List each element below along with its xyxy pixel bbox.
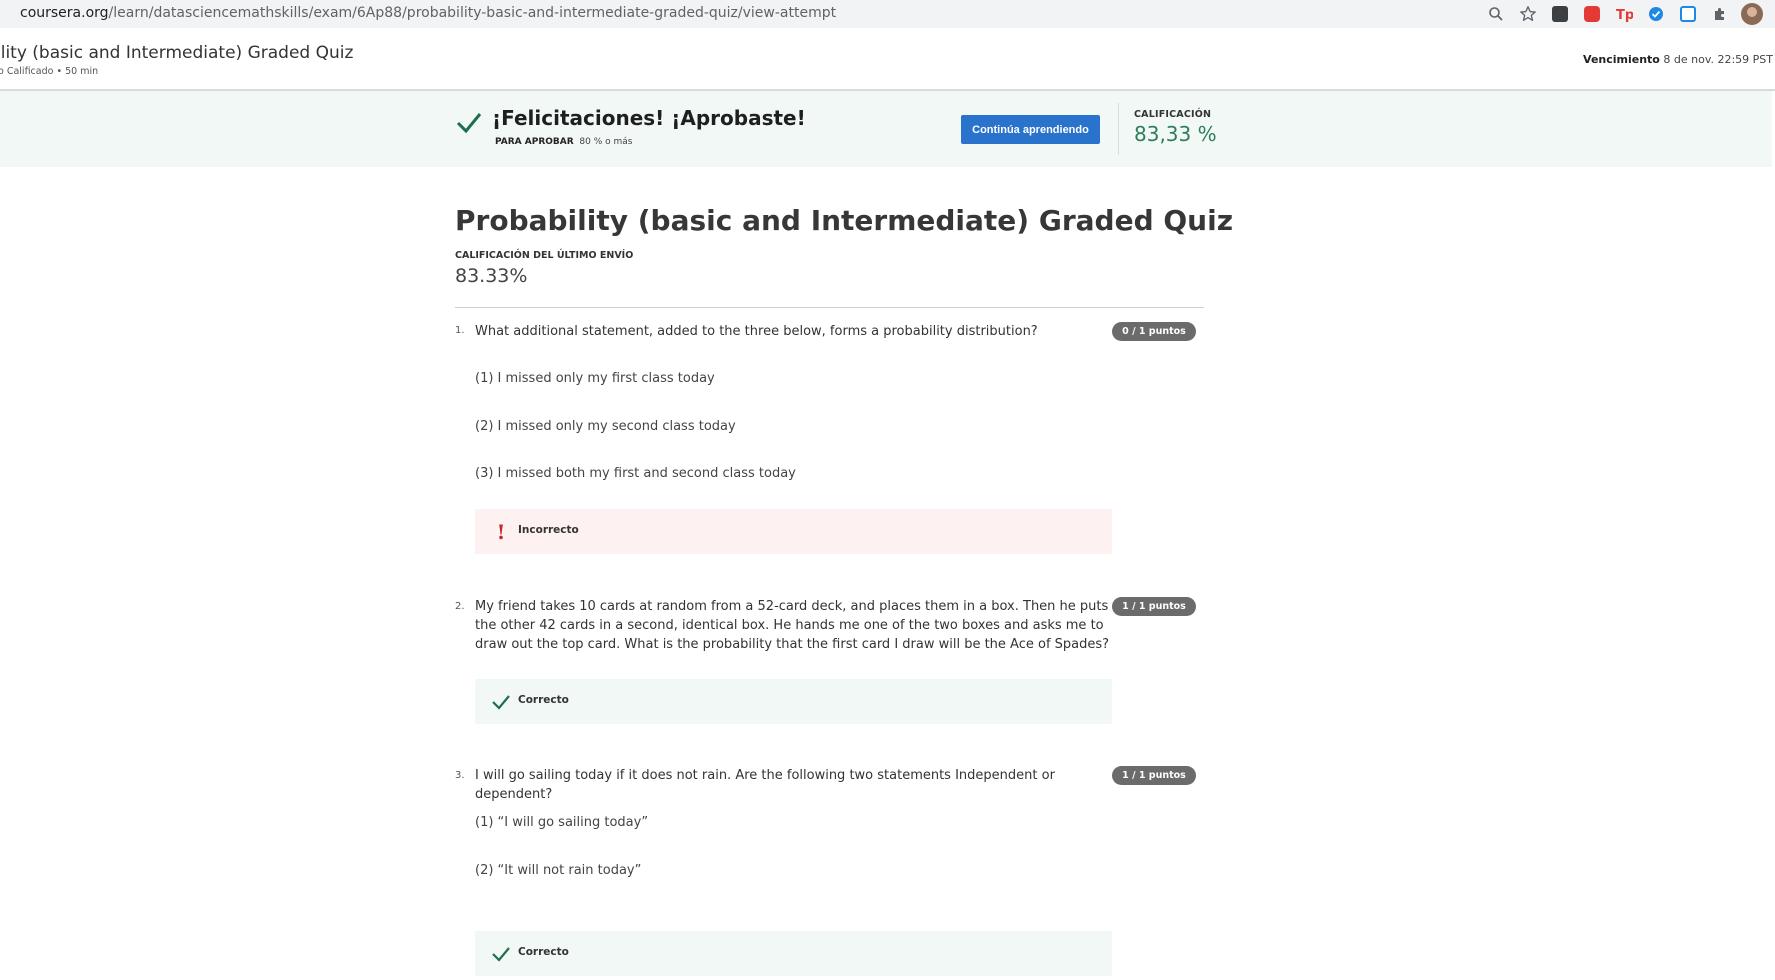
feedback-correct: Correcto [475,679,1112,724]
check-icon [490,943,512,965]
due-label: Vencimiento [1583,53,1660,66]
question-text: I will go sailing today if it does not r… [475,768,1055,802]
question-option: (3) I missed both my first and second cl… [475,466,796,481]
last-submission-grade: 83.33% [455,265,528,287]
last-submission-label: CALIFICACIÓN DEL ÚLTIMO ENVÍO [455,250,634,261]
question-number: 2. [455,601,465,612]
continue-learning-button[interactable]: Continúa aprendiendo [961,115,1100,144]
profile-avatar[interactable] [1741,3,1763,25]
divider [455,307,1204,308]
feedback-correct: Correcto [475,931,1112,976]
svg-text:Tp: Tp [1616,8,1633,22]
question-option: (1) I missed only my first class today [475,371,715,386]
points-badge: 0 / 1 puntos [1112,322,1196,341]
puzzle-icon[interactable] [1709,3,1731,25]
page-title: Probability (basic and Intermediate) Gra… [455,204,1233,237]
grade-label: CALIFICACIÓN [1134,109,1212,120]
course-item-title: ility (basic and Intermediate) Graded Qu… [0,43,354,63]
feedback-incorrect: ! Incorrecto [475,509,1112,554]
question-option: (2) I missed only my second class today [475,419,736,434]
pass-label: PARA APROBAR [495,137,574,147]
browser-address-bar[interactable]: coursera.org/learn/datasciencemathskills… [0,0,1775,29]
question-option: (1) “I will go sailing today” [475,815,649,830]
result-banner: ¡Felicitaciones! ¡Aprobaste! PARA APROBA… [0,91,1772,167]
extension-shield-icon[interactable] [1549,3,1571,25]
question-number: 1. [455,325,465,336]
due-date: Vencimiento 8 de nov. 22:59 PST [1583,53,1773,66]
bookmark-star-icon[interactable] [1517,3,1539,25]
check-icon [455,109,483,137]
question-number: 3. [455,770,465,781]
due-value: 8 de nov. 22:59 PST [1663,53,1773,66]
feedback-text: Correcto [518,694,569,706]
extension-tp-icon[interactable]: Tp [1613,3,1635,25]
points-badge: 1 / 1 puntos [1112,597,1196,616]
zoom-icon[interactable] [1485,3,1507,25]
url-domain: coursera.org [20,5,109,21]
pass-value: 80 % o más [579,137,633,147]
points-badge: 1 / 1 puntos [1112,766,1196,785]
exclamation-icon: ! [496,520,506,544]
url-text[interactable]: coursera.org/learn/datasciencemathskills… [20,5,836,21]
url-path: /learn/datasciencemathskills/exam/6Ap88/… [108,5,837,21]
pass-requirement: PARA APROBAR 80 % o más [495,137,632,147]
course-item-meta: o Calificado • 50 min [0,66,99,77]
congrats-heading: ¡Felicitaciones! ¡Aprobaste! [492,106,806,130]
question-option: (2) “It will not rain today” [475,863,642,878]
feedback-text: Incorrecto [518,524,579,536]
course-header: ility (basic and Intermediate) Graded Qu… [0,28,1775,91]
banner-divider [1118,103,1119,155]
feedback-text: Correcto [518,946,569,958]
extension-book-icon[interactable] [1677,3,1699,25]
grade-value: 83,33 % [1134,122,1217,146]
question-text: What additional statement, added to the … [475,324,1038,339]
check-icon [490,691,512,713]
extension-check-icon[interactable] [1645,3,1667,25]
extension-red-icon[interactable] [1581,3,1603,25]
question-text: My friend takes 10 cards at random from … [475,599,1110,652]
